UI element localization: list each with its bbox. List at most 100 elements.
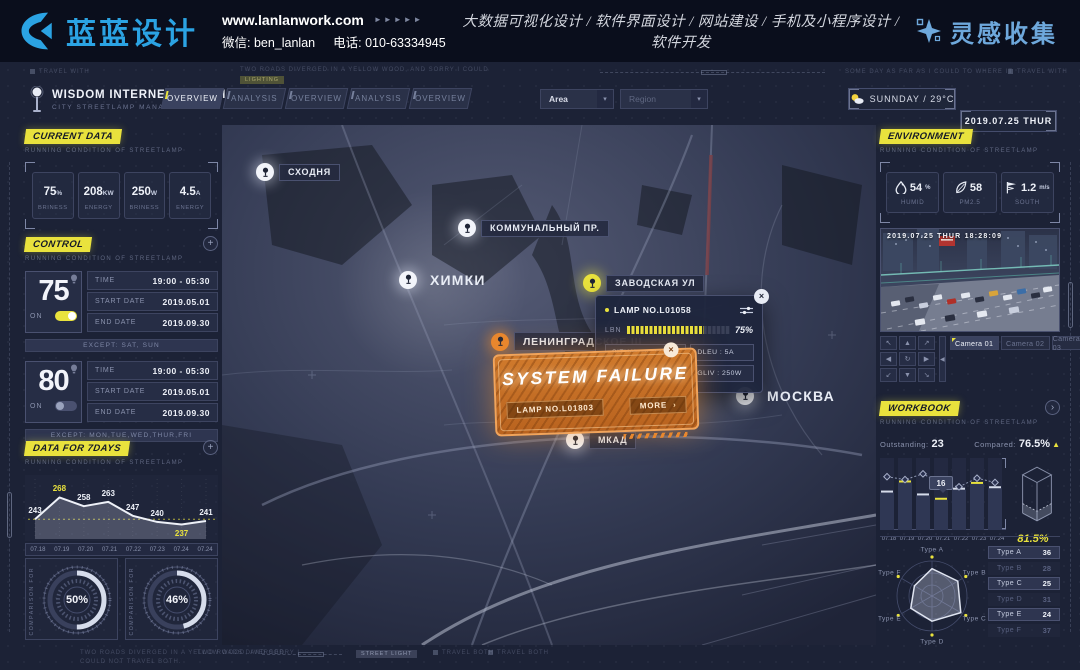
map-pin-skhodnya[interactable]: СХОДНЯ: [256, 163, 340, 181]
legend-row-type-f[interactable]: Type F37: [988, 624, 1060, 637]
camera-02-button[interactable]: Camera 02: [1001, 336, 1050, 350]
end-date-row[interactable]: END DATE2019.09.30: [87, 403, 218, 422]
workbook-subtitle: RUNNING CONDITION OF STREETLAMP: [880, 420, 1060, 426]
deco-top-center: TWO ROADS DIVERGED IN A YELLOW WOOD, AND…: [240, 67, 489, 73]
gauge-value: 46%: [140, 563, 214, 637]
camera-view[interactable]: 2019.07.25 THUR 18:28:09: [880, 228, 1060, 332]
brightness-level-box: 80 ON: [25, 361, 82, 423]
power-toggle[interactable]: [55, 311, 77, 321]
logo-text: 蓝蓝设计: [66, 9, 198, 53]
time-row[interactable]: TIME19:00 - 05:30: [87, 361, 218, 380]
area-select[interactable]: Area ▾: [540, 89, 614, 109]
website-link[interactable]: www.lanlanwork.com: [222, 12, 364, 28]
line-chart-value: 240: [146, 509, 168, 518]
environment-subtitle: RUNNING CONDITION OF STREETLAMP: [880, 148, 1060, 154]
lbn-progress-bar: [627, 326, 730, 334]
end-date-row[interactable]: END DATE2019.09.30: [87, 313, 218, 332]
gauge-label: COMPARISON FOR: [29, 567, 35, 635]
deco-bottom-center: TWO ROADS DIVERGED: [197, 650, 285, 656]
droplet-icon: [895, 181, 907, 194]
tab-overview-2[interactable]: OVERVIEW: [285, 88, 348, 109]
city-map[interactable]: СХОДНЯ КОММУНАЛЬНЫЙ ПР. ХИМКИ ЗАВОДСКАЯ …: [222, 125, 876, 645]
workbook-more-button[interactable]: ›: [1045, 400, 1060, 415]
line-chart-value: 268: [48, 484, 70, 493]
pan-down-button[interactable]: ▼: [899, 368, 916, 382]
leaf-icon: [955, 181, 967, 194]
tab-analysis-1[interactable]: ANALYSIS: [223, 88, 286, 109]
deco-bottom-mark-2: TRAVEL BOTH: [488, 650, 549, 656]
workbook-bar-chart: 16: [880, 458, 1006, 530]
close-icon[interactable]: ×: [663, 342, 679, 358]
control-add-button[interactable]: +: [203, 236, 218, 251]
map-pin-khimki[interactable]: ХИМКИ: [399, 269, 494, 290]
line-chart-value: 241: [195, 508, 217, 517]
tab-analysis-2[interactable]: ANALYSIS: [347, 88, 410, 109]
x-tick-label: 07.19: [50, 547, 74, 553]
close-icon[interactable]: ×: [754, 289, 769, 304]
region-select[interactable]: Region ▾: [620, 89, 708, 109]
more-button[interactable]: MORE›: [630, 396, 687, 415]
x-tick-label: 07.20: [74, 547, 98, 553]
weather-chip: SUNNDAY / 29°C: [848, 88, 956, 110]
refresh-button[interactable]: ↻: [899, 352, 916, 366]
settings-sliders-icon[interactable]: [740, 306, 753, 315]
legend-row-type-a[interactable]: Type A36: [988, 546, 1060, 559]
tank-cube-icon: [1014, 458, 1060, 530]
camera-prev-button[interactable]: ◀: [939, 336, 946, 382]
lamp-pin-icon: [583, 274, 601, 292]
bar-tooltip: 16: [929, 476, 953, 490]
pan-up-left-button[interactable]: ↖: [880, 336, 897, 350]
pan-up-button[interactable]: ▲: [899, 336, 916, 350]
camera-list: Camera 01 Camera 02 Camera 03 Camera 04 …: [950, 336, 1080, 382]
sparkle-star-icon: [916, 18, 942, 44]
gauge-value: 50%: [40, 563, 114, 637]
top-banner: 蓝蓝设计 www.lanlanwork.com ►►►►► 微信: ben_la…: [0, 0, 1080, 62]
tab-overview-1[interactable]: OVERVIEW: [161, 88, 224, 109]
time-row[interactable]: TIME19:00 - 05:30: [87, 271, 218, 290]
stat-card-briness: 75% BRINESS: [32, 172, 74, 219]
legend-row-type-c[interactable]: Type C25: [988, 577, 1060, 590]
lanlan-logo-icon: [16, 9, 60, 53]
chevron-right-icon: ›: [673, 400, 677, 409]
environment-title: ENVIRONMENT: [879, 129, 973, 144]
lbn-value: 75%: [735, 325, 753, 335]
lamp-pin-icon: [491, 333, 509, 351]
line-chart-value: 263: [97, 489, 119, 498]
start-date-row[interactable]: START DATE2019.05.01: [87, 292, 218, 311]
pan-up-right-button[interactable]: ↗: [918, 336, 935, 350]
deco-top-right-mark: TRAVEL WITH: [1008, 69, 1068, 75]
radar-axis-label: Type C: [963, 616, 987, 623]
legend-row-type-e[interactable]: Type E24: [988, 608, 1060, 621]
deco-top-right: SOME DAY AS FAR AS I COULD TO WHERE IT: [845, 69, 1013, 75]
pan-right-button[interactable]: ▶: [918, 352, 935, 366]
current-data-subtitle: RUNNING CONDITION OF STREETLAMP: [25, 148, 218, 154]
seven-days-panel: DATA FOR 7DAYS + RUNNING CONDITION OF ST…: [25, 438, 218, 556]
deco-top-left: TRAVEL WITH: [30, 69, 90, 75]
pan-down-left-button[interactable]: ↙: [880, 368, 897, 382]
arrow-up-icon: ▲: [1052, 440, 1060, 449]
lamp-pin-icon: [458, 219, 476, 237]
x-tick-label: 07.23: [145, 547, 169, 553]
line-chart-value: 237: [171, 529, 193, 538]
map-pin-kommunalny[interactable]: КОММУНАЛЬНЫЙ ПР.: [458, 219, 609, 237]
comparison-gauge-1: COMPARISON FOR 50%: [25, 558, 118, 640]
chevron-down-icon: ▾: [691, 90, 707, 108]
wind-flag-icon: [1005, 181, 1018, 194]
pm25-card: 58 PM2.5: [943, 172, 996, 213]
map-pin-zavodskaya[interactable]: ЗАВОДСКАЯ УЛ: [583, 274, 704, 292]
pan-left-button[interactable]: ◀: [880, 352, 897, 366]
legend-row-type-d[interactable]: Type D31: [988, 593, 1060, 606]
start-date-row[interactable]: START DATE2019.05.01: [87, 382, 218, 401]
chevron-down-icon: ▾: [597, 90, 613, 108]
line-chart-value: 247: [122, 503, 144, 512]
legend-row-type-b[interactable]: Type B28: [988, 562, 1060, 575]
camera-01-button[interactable]: Camera 01: [950, 336, 999, 350]
camera-03-button[interactable]: Camera 03: [1052, 336, 1080, 350]
workbook-panel: WORKBOOK › RUNNING CONDITION OF STREETLA…: [880, 398, 1060, 545]
seven-days-add-button[interactable]: +: [203, 440, 218, 455]
logo: 蓝蓝设计: [16, 9, 198, 53]
tab-overview-3[interactable]: OVERVIEW: [409, 88, 472, 109]
power-toggle[interactable]: [55, 401, 77, 411]
x-tick-label: 07.18: [26, 547, 50, 553]
pan-down-right-button[interactable]: ↘: [918, 368, 935, 382]
